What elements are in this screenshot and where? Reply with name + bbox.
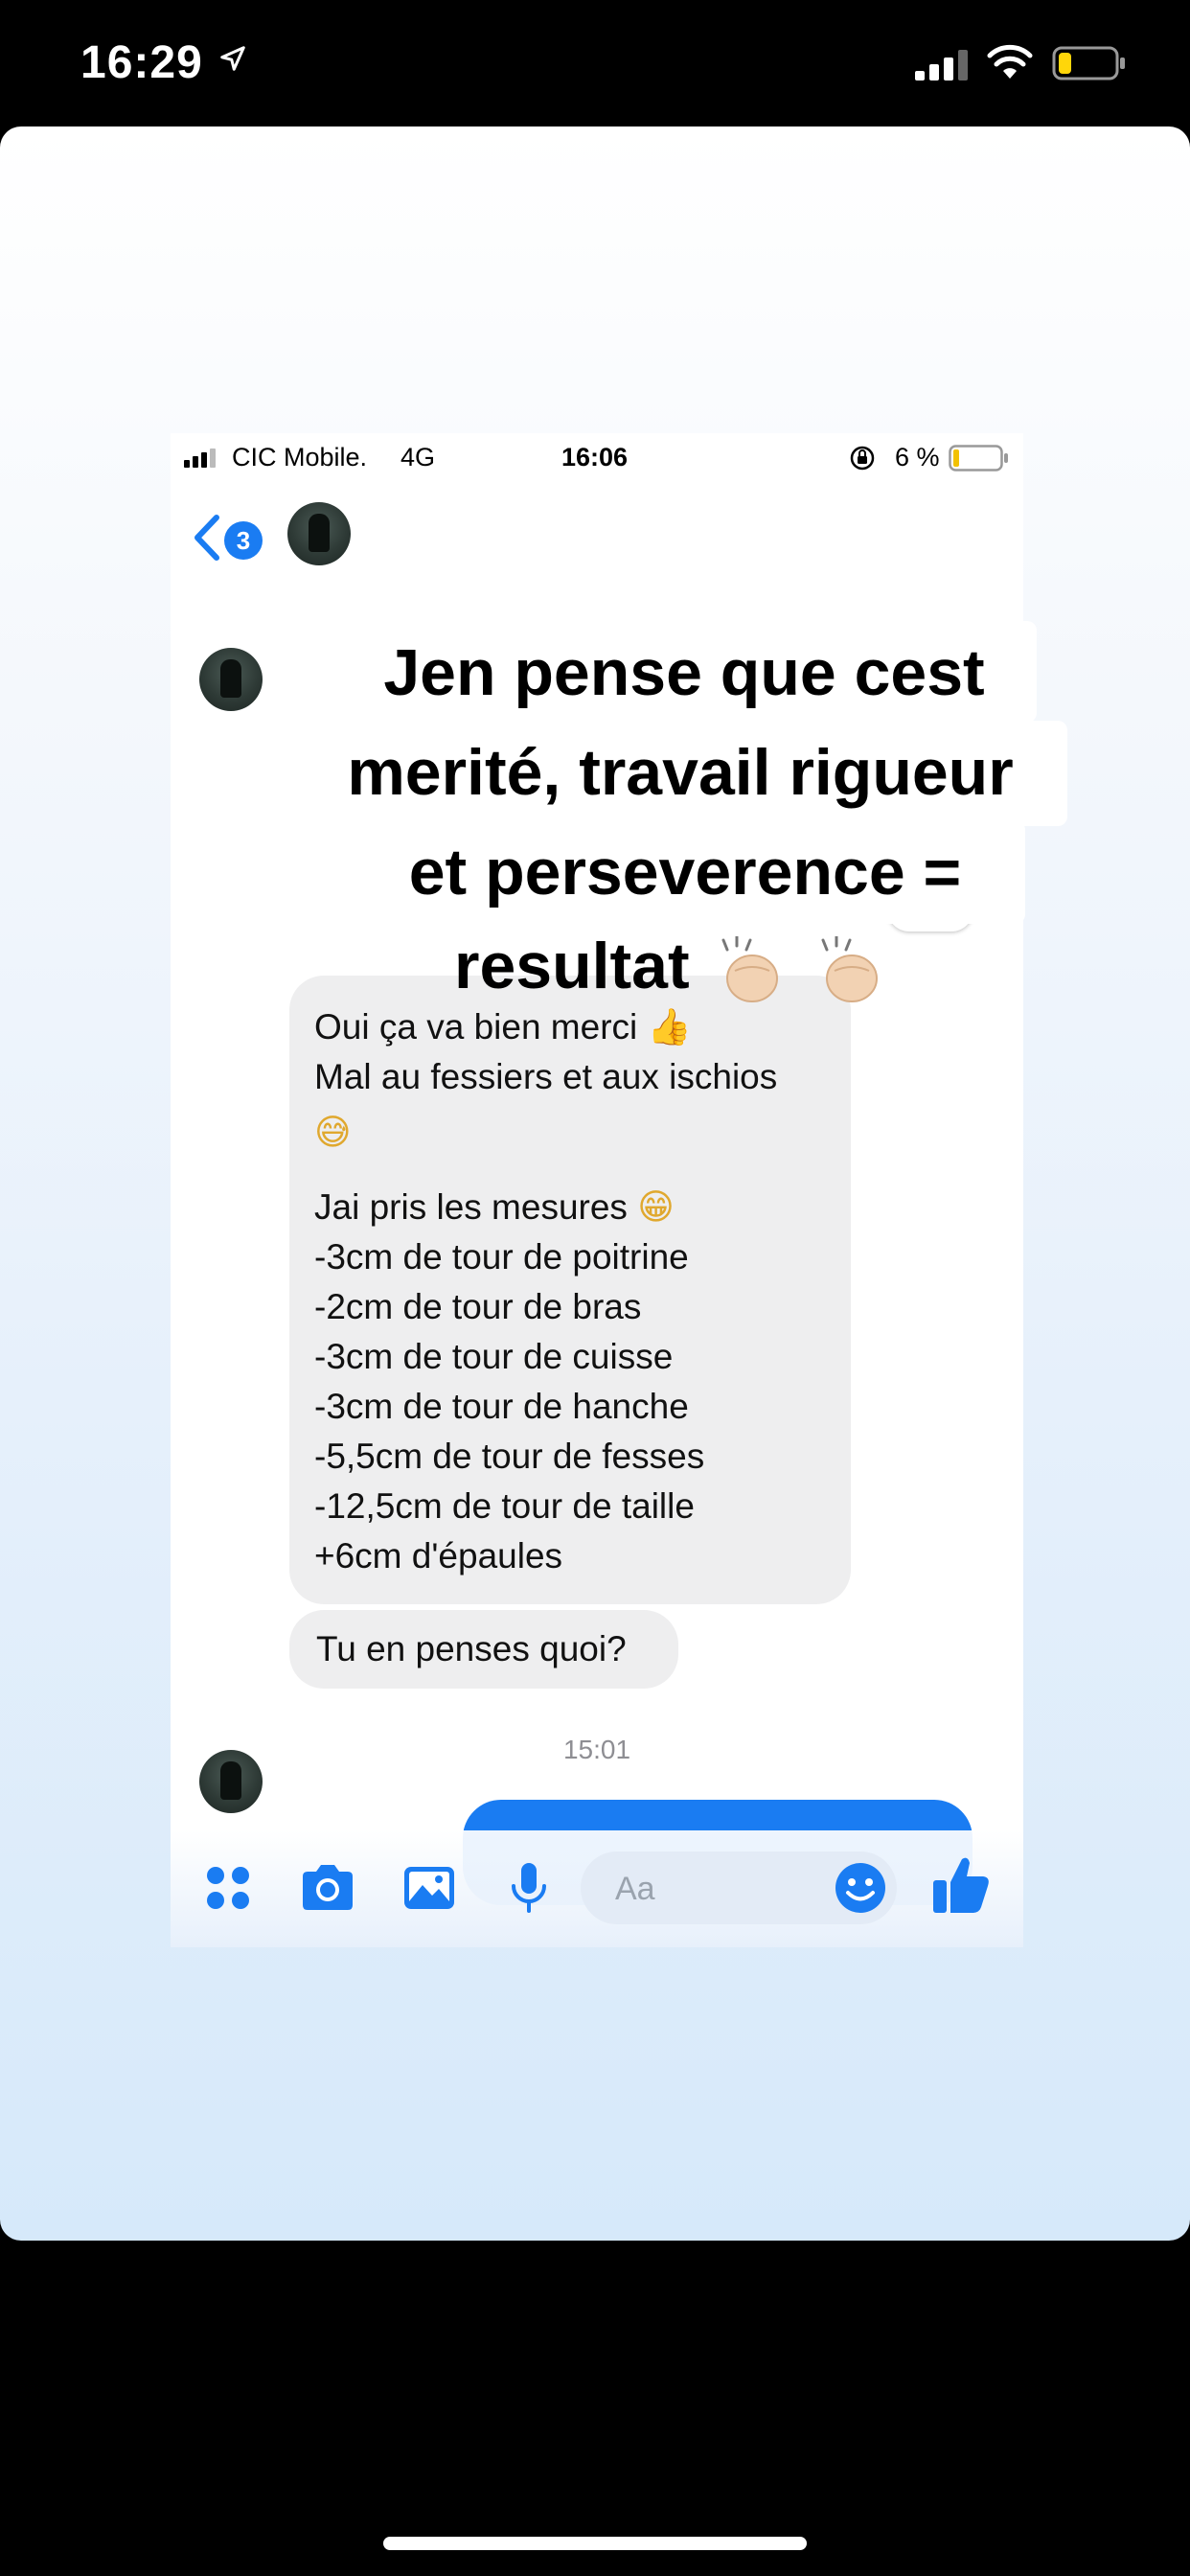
microphone-icon[interactable] [500, 1859, 558, 1917]
back-button[interactable]: 3 [192, 510, 268, 567]
message-line: -12,5cm de tour de taille [314, 1486, 695, 1526]
rotation-lock-icon [850, 446, 875, 471]
caption-line: Jen pense que cest [332, 621, 1037, 723]
avatar [199, 648, 263, 711]
inner-time: 16:06 [561, 443, 629, 472]
status-time: 16:29 [80, 37, 203, 88]
back-chevron-icon [195, 515, 219, 561]
caption-line: resultat [454, 914, 914, 1018]
sweat-smile-emoji: 😅 [314, 1113, 352, 1152]
smiley-icon[interactable] [832, 1859, 889, 1917]
clapping-hands-icon [821, 936, 879, 1003]
grin-emoji: 😁 [637, 1187, 675, 1227]
avatar[interactable] [287, 502, 351, 565]
message-line: -5,5cm de tour de fesses [314, 1437, 705, 1476]
message-line: +6cm d'épaules [314, 1536, 563, 1576]
home-indicator[interactable] [383, 2537, 807, 2550]
carrier-name: CIC Mobile. [232, 443, 368, 472]
message-line: -3cm de tour de hanche [314, 1387, 689, 1426]
wifi-icon [987, 44, 1033, 79]
network-type: 4G [400, 443, 436, 472]
outer-status-bar: 16:29 [0, 0, 1190, 125]
battery-icon [949, 445, 1008, 472]
apps-grid-icon[interactable] [199, 1859, 257, 1917]
message-line: -3cm de tour de cuisse [314, 1337, 674, 1376]
signal-icon [915, 50, 968, 80]
message-text: Tu en penses quoi? [316, 1629, 627, 1668]
clapping-hands-icon [721, 936, 778, 1003]
inner-status-bar: CIC Mobile. 4G 16:06 6 % [171, 433, 1023, 481]
caption-line: merité, travail rigueur [293, 721, 1067, 826]
composer-bar: Aa [171, 1830, 1023, 1947]
message-line: -3cm de tour de poitrine [314, 1237, 689, 1276]
message-line: Mal au fessiers et aux ischios [314, 1057, 778, 1096]
thumbs-up-icon[interactable] [927, 1852, 995, 1919]
camera-icon[interactable] [299, 1859, 356, 1917]
message-timestamp: 15:01 [562, 1735, 631, 1764]
message-line: -2cm de tour de bras [314, 1287, 642, 1326]
gallery-icon[interactable] [400, 1859, 458, 1917]
unread-badge: 3 [224, 521, 263, 560]
message-line: Jai pris les mesures 😁 [314, 1187, 675, 1227]
caption-line: et perseverence = [345, 820, 1025, 924]
signal-icon [184, 448, 216, 468]
battery-percent: 6 % [895, 443, 940, 472]
location-arrow-icon [220, 46, 245, 71]
received-message-bubble[interactable]: Tu en penses quoi? [289, 1610, 678, 1689]
message-input[interactable]: Aa [581, 1852, 897, 1924]
story-card: CIC Mobile. 4G 16:06 6 % 3 Oui ça va bie… [0, 126, 1190, 2241]
battery-icon [1052, 46, 1125, 80]
input-placeholder: Aa [615, 1871, 655, 1907]
received-message-bubble[interactable]: Oui ça va bien merci 👍 Mal au fessiers e… [289, 976, 851, 1604]
